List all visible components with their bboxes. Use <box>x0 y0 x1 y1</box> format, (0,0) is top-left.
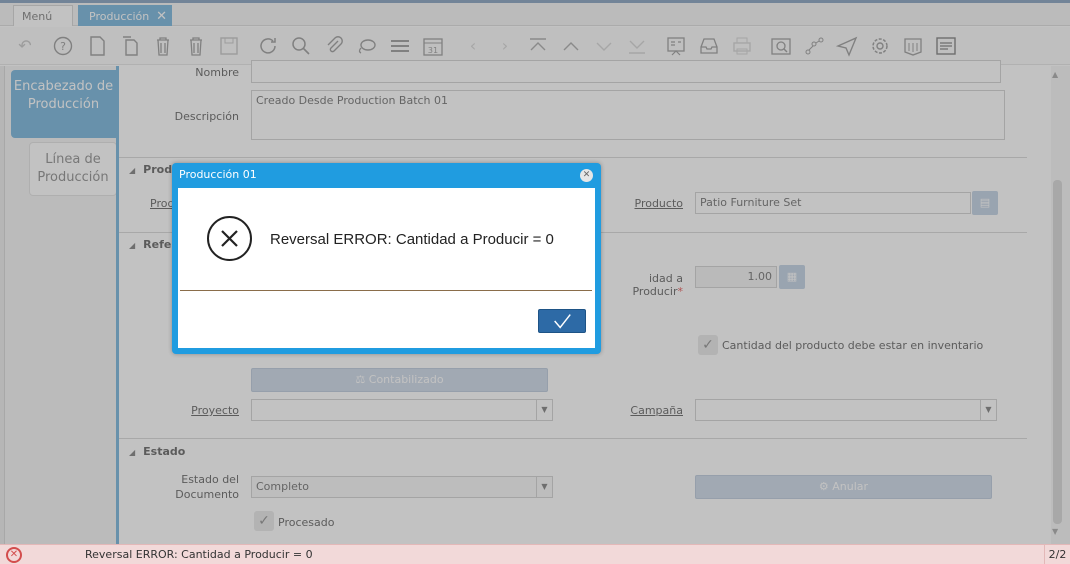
close-icon[interactable]: ✕ <box>580 169 593 182</box>
error-circle-icon <box>207 216 252 261</box>
dialog-separator <box>180 290 592 291</box>
record-counter: 2/2 <box>1044 545 1070 564</box>
error-dialog: Producción 01 ✕ Reversal ERROR: Cantidad… <box>172 163 601 354</box>
dialog-title: Producción 01 <box>179 168 257 181</box>
status-bar: ✕ Reversal ERROR: Cantidad a Producir = … <box>0 544 1070 564</box>
status-message: Reversal ERROR: Cantidad a Producir = 0 <box>85 548 313 561</box>
checkmark-icon <box>554 314 571 329</box>
error-icon: ✕ <box>6 547 22 563</box>
dialog-message: Reversal ERROR: Cantidad a Producir = 0 <box>270 231 554 248</box>
ok-button[interactable] <box>538 309 586 333</box>
dialog-body: Reversal ERROR: Cantidad a Producir = 0 <box>178 188 595 348</box>
